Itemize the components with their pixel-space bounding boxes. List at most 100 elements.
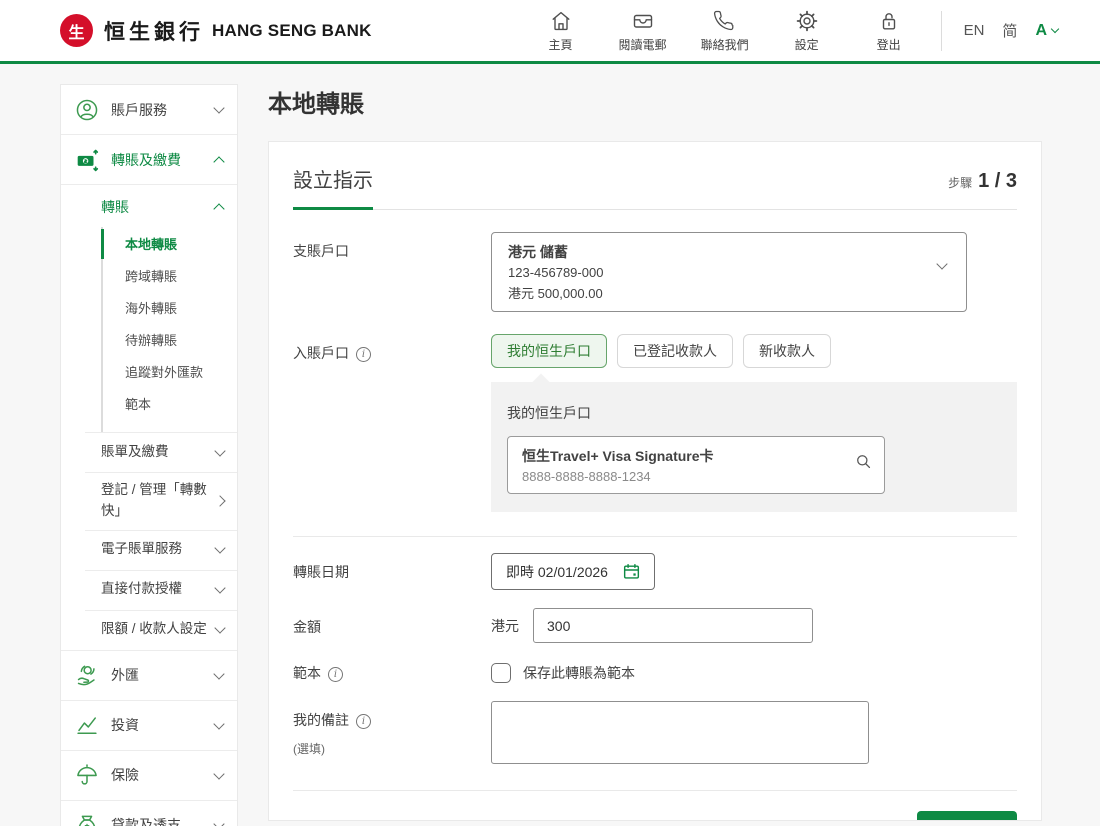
chevron-down-icon [213,768,224,779]
label-text: 範本 [293,665,321,681]
tab-registered-payees[interactable]: 已登記收款人 [617,334,733,368]
transfer-date-label: 轉賬日期 [293,553,491,590]
sidebar-item-ebill-service[interactable]: 電子賬單服務 [61,530,237,570]
lang-simplified-chinese[interactable]: 简 [1002,20,1017,41]
sidebar-item-foreign-exchange[interactable]: 外匯 [61,651,237,701]
card-header: 設立指示 步驟 1 / 3 [293,164,1017,210]
sidebar-item-transfer-payments[interactable]: 轉賬及繳費 [61,135,237,185]
account-name: 港元 儲蓄 [508,242,922,262]
sidebar-label: 保險 [111,765,215,785]
chevron-down-icon [214,583,225,594]
logo-mark: 生 [68,19,84,43]
sidebar-label: 賬戶服務 [111,100,215,120]
submenu-label: 登記 / 管理「轉數快」 [101,480,216,522]
gear-icon [795,9,819,33]
umbrella-icon [74,762,101,788]
info-icon[interactable]: i [328,667,343,682]
button-row: 下一步 [293,811,1017,821]
transfer-date-picker[interactable]: 即時 02/01/2026 [491,553,655,590]
sidebar-label: 貸款及透支 [111,815,215,826]
sidebar-item-limits-payees[interactable]: 限額 / 收款人設定 [61,610,237,650]
footer-divider [293,790,1017,791]
currency-label: 港元 [491,616,519,636]
amount-label: 金額 [293,608,491,643]
next-step-button[interactable]: 下一步 [917,811,1017,821]
bank-name-chinese: 恒生銀行 [104,16,204,46]
submenu-label: 限額 / 收款人設定 [101,619,216,640]
header-divider [941,11,942,51]
info-icon[interactable]: i [356,714,371,729]
sidebar-label: 投資 [111,715,215,735]
tab-new-payee[interactable]: 新收款人 [743,334,831,368]
sidebar-item-cross-boundary-transfer[interactable]: 跨域轉賬 [103,260,237,292]
mail-icon [631,9,655,33]
nav-contact-us[interactable]: 聯絡我們 [701,9,749,53]
sidebar-label: 外匯 [111,665,215,685]
debit-account-dropdown[interactable]: 港元 儲蓄 123-456789-000 港元 500,000.00 [491,232,967,312]
remark-textarea[interactable] [491,701,869,764]
info-icon[interactable]: i [356,347,371,362]
font-size-label: A [1035,22,1047,40]
step-indicator: 步驟 1 / 3 [948,170,1017,193]
chevron-up-icon [213,203,224,214]
fx-hand-icon [74,662,101,688]
save-template-checkbox[interactable] [491,663,511,683]
sidebar-item-insurance[interactable]: 保險 [61,751,237,801]
font-size-selector[interactable]: A [1035,22,1058,40]
nav-settings[interactable]: 設定 [783,9,831,53]
step-label: 步驟 [948,174,972,191]
credit-card-number: 8888-8888-8888-1234 [522,469,842,484]
tab-my-hangseng-accounts[interactable]: 我的恒生戶口 [491,334,607,368]
sidebar-item-account-services[interactable]: 賬戶服務 [61,85,237,135]
calendar-icon [622,562,641,581]
lock-icon [877,9,901,33]
nav-read-mail[interactable]: 閱讀電郵 [619,9,667,53]
submenu-label: 轉賬 [101,197,215,217]
chevron-down-icon [213,718,224,729]
chevron-up-icon [213,156,224,167]
credit-card-name: 恒生Travel+ Visa Signature卡 [522,446,842,466]
sidebar-item-investment[interactable]: 投資 [61,701,237,751]
amount-row: 金額 港元 [293,608,1017,643]
credit-account-row: 入賬戶口i 我的恒生戶口 已登記收款人 新收款人 我的恒生戶口 恒生Travel… [293,334,1017,512]
my-accounts-panel: 我的恒生戶口 恒生Travel+ Visa Signature卡 8888-88… [491,382,1017,512]
lang-english[interactable]: EN [964,22,985,39]
submenu-transfer[interactable]: 轉賬 [61,187,237,227]
sidebar-item-overseas-transfer[interactable]: 海外轉賬 [103,292,237,324]
nav-logout[interactable]: 登出 [865,9,913,53]
sidebar-item-local-transfer[interactable]: 本地轉賬 [103,228,237,260]
header-nav: 主頁 閱讀電郵 聯絡我們 設定 [537,9,913,53]
nav-settings-label: 設定 [795,36,819,53]
bank-name-english: HANG SENG BANK [212,21,372,41]
credit-account-label: 入賬戶口i [293,334,491,512]
bank-logo-icon: 生 [60,14,93,47]
submenu-label: 電子賬單服務 [101,539,216,560]
sidebar-item-pending-transfer[interactable]: 待辦轉賬 [103,324,237,356]
app-header: 生 恒生銀行 HANG SENG BANK 主頁 閱讀電郵 聯絡我們 [0,0,1100,64]
nav-home[interactable]: 主頁 [537,9,585,53]
section-title: 設立指示 [293,164,373,193]
chevron-down-icon [936,258,947,269]
sidebar-item-direct-debit[interactable]: 直接付款授權 [61,570,237,610]
page-title: 本地轉賬 [268,84,1042,119]
template-row: 範本i 保存此轉賬為範本 [293,663,1017,683]
sidebar-item-track-outward-remittance[interactable]: 追蹤對外匯款 [103,356,237,388]
transfer-date-row: 轉賬日期 即時 02/01/2026 [293,553,1017,590]
bank-logo[interactable]: 生 恒生銀行 HANG SENG BANK [60,14,372,47]
optional-label: (選填) [293,740,491,757]
nav-logout-label: 登出 [877,36,901,53]
main-content: 本地轉賬 設立指示 步驟 1 / 3 支賬戶口 港元 儲蓄 123-456789… [268,78,1042,821]
sidebar-item-loans-overdraft[interactable]: 貸款及透支 [61,801,237,826]
section-divider [293,536,1017,537]
remark-label: 我的備註i (選填) [293,701,491,764]
transfer-links: 本地轉賬 跨域轉賬 海外轉賬 待辦轉賬 追蹤對外匯款 範本 [101,227,237,432]
phone-icon [713,9,737,33]
amount-input[interactable] [533,608,813,643]
transfer-icon [74,147,101,173]
chevron-down-icon [1051,25,1059,33]
sidebar-item-templates[interactable]: 範本 [103,388,237,420]
transfer-date-value: 即時 02/01/2026 [506,562,608,582]
sidebar-item-fps-registration[interactable]: 登記 / 管理「轉數快」 [61,472,237,530]
sidebar-item-bills-payment[interactable]: 賬單及繳費 [61,432,237,472]
credit-account-selector[interactable]: 恒生Travel+ Visa Signature卡 8888-8888-8888… [507,436,885,494]
